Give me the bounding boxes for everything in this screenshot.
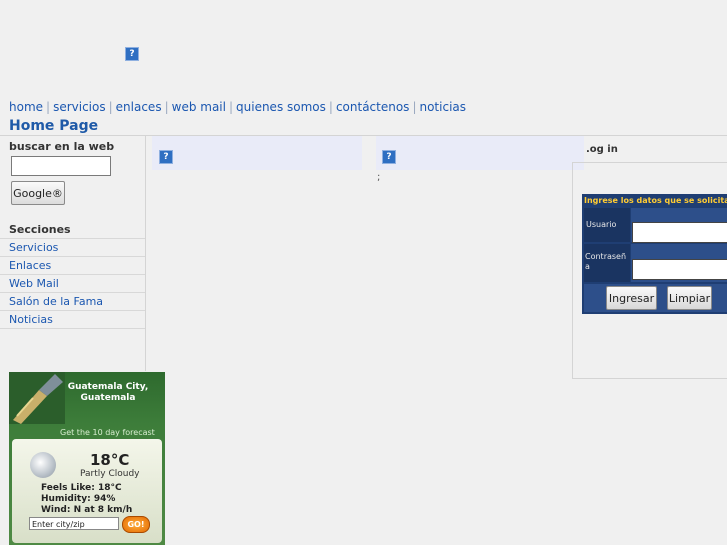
search-input[interactable] (11, 156, 111, 176)
pass-label-cell: Contraseña (584, 244, 630, 282)
login-border-bottom (572, 378, 727, 379)
login-title: .og in (586, 144, 618, 155)
weather-forecast-link[interactable]: Get the 10 day forecast (60, 428, 155, 437)
broken-image-icon: ? (159, 150, 173, 164)
nav-separator: | (412, 100, 417, 114)
weather-wind: Wind: N at 8 km/h (41, 505, 133, 515)
stray-text: ; (377, 172, 381, 183)
weather-condition: Partly Cloudy (80, 469, 140, 479)
weather-temperature: 18°C (90, 451, 130, 469)
nav-enlaces[interactable]: enlaces (116, 100, 162, 114)
user-label: Usuario (586, 220, 617, 229)
nav-separator: | (164, 100, 169, 114)
password-field[interactable] (632, 259, 727, 280)
section-item-servicios[interactable]: Servicios (0, 239, 145, 257)
title-divider (0, 135, 727, 136)
partly-cloudy-icon (30, 452, 56, 478)
nav-separator: | (108, 100, 113, 114)
nav-noticias[interactable]: noticias (419, 100, 466, 114)
section-item-noticias[interactable]: Noticias (0, 311, 145, 329)
login-border-left (572, 162, 573, 379)
weather-feels-like: Feels Like: 18°C (41, 483, 122, 493)
nav-web-mail[interactable]: web mail (172, 100, 226, 114)
nav-home[interactable]: home (9, 100, 43, 114)
nav-quienes-somos[interactable]: quienes somos (236, 100, 326, 114)
top-nav: home | servicios | enlaces | web mail | quienes … (9, 100, 466, 114)
weather-go-button[interactable]: GO! (122, 516, 150, 533)
content-box-2 (376, 136, 584, 170)
section-item-salon-de-la-fama[interactable]: Salón de la Fama (0, 293, 145, 311)
sections-heading: Secciones (0, 221, 145, 239)
pass-label: Contraseña (585, 252, 627, 271)
content-box-1 (152, 136, 362, 170)
weather-humidity: Humidity: 94% (41, 494, 116, 504)
user-label-cell: Usuario (584, 208, 630, 242)
limpiar-button[interactable]: Limpiar (667, 286, 712, 310)
ingresar-button[interactable]: Ingresar (606, 286, 657, 310)
weather-city-input[interactable]: Enter city/zip (29, 517, 119, 530)
nav-separator: | (328, 100, 333, 114)
google-search-button[interactable]: Google® (11, 181, 65, 205)
page-title: Home Page (9, 118, 99, 134)
login-header: Ingrese los datos que se solicita (584, 196, 727, 205)
broken-image-icon: ? (382, 150, 396, 164)
nav-contactenos[interactable]: contáctenos (336, 100, 410, 114)
nav-separator: | (46, 100, 51, 114)
section-item-enlaces[interactable]: Enlaces (0, 257, 145, 275)
nav-servicios[interactable]: servicios (53, 100, 106, 114)
sections-menu: Secciones Servicios Enlaces Web Mail Sal… (0, 221, 145, 329)
nav-separator: | (228, 100, 234, 114)
weather-city: Guatemala City, Guatemala (67, 382, 149, 403)
paintbrush-icon (9, 372, 65, 424)
broken-image-icon: ? (125, 47, 139, 61)
login-divider (572, 162, 727, 163)
section-item-web-mail[interactable]: Web Mail (0, 275, 145, 293)
left-column-divider (145, 136, 146, 371)
username-field[interactable] (632, 222, 727, 243)
search-label: buscar en la web (9, 140, 115, 153)
